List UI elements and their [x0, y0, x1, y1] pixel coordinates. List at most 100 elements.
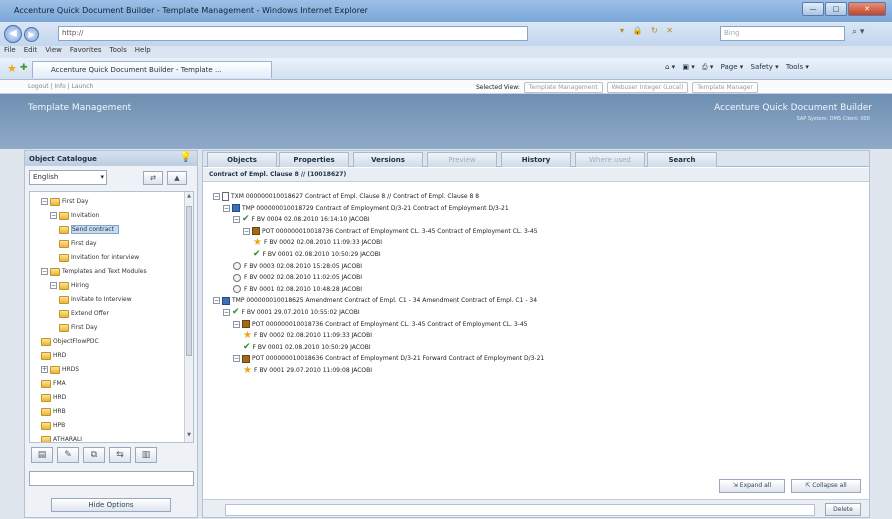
- minimize-button[interactable]: —: [802, 2, 824, 16]
- scroll-down-icon[interactable]: ▼: [185, 432, 193, 441]
- collapse-all-button[interactable]: ⇱ Collapse all: [791, 479, 861, 493]
- home-icon[interactable]: ⌂ ▾: [665, 63, 675, 71]
- page-menu[interactable]: Page ▾: [721, 63, 744, 71]
- menu-item-file[interactable]: File: [4, 46, 16, 54]
- header-links[interactable]: Logout | Info | Launch: [28, 83, 93, 90]
- tree-row[interactable]: ✔ F BV 0001 02.08.2010 10:50:29 JACOBI: [243, 342, 371, 353]
- tools-menu[interactable]: Tools ▾: [786, 63, 809, 71]
- tree-row[interactable]: − POT 000000010018736 Contract of Employm…: [233, 319, 528, 330]
- tab-history[interactable]: History: [501, 152, 571, 167]
- print-icon[interactable]: ⎙ ▾: [702, 63, 713, 71]
- user-dropdown[interactable]: Webuser Integer (Local): [606, 82, 689, 93]
- collapse-icon[interactable]: −: [213, 193, 220, 200]
- footer-input[interactable]: [225, 504, 815, 516]
- tree-row[interactable]: F BV 0003 02.08.2010 15:28:05 JACOBI: [233, 261, 362, 272]
- up-button[interactable]: ▲: [167, 171, 187, 185]
- tree-item[interactable]: − Hiring: [50, 280, 89, 291]
- menu-item-favorites[interactable]: Favorites: [70, 46, 102, 54]
- tree-row[interactable]: ★ F BV 0002 02.08.2010 11:09:33 JACOBI: [253, 237, 382, 248]
- safety-menu[interactable]: Safety ▾: [751, 63, 779, 71]
- tree-row[interactable]: ★ F BV 0002 02.08.2010 11:09:33 JACOBI: [243, 330, 372, 341]
- add-favorite-icon[interactable]: ✚: [20, 63, 28, 73]
- tree-item[interactable]: + HRDS: [41, 364, 79, 375]
- forward-icon[interactable]: ▶: [24, 27, 39, 42]
- tree-item[interactable]: − Invitation: [50, 210, 99, 221]
- tree-item[interactable]: − Templates and Text Modules: [41, 266, 147, 277]
- menu-item-help[interactable]: Help: [135, 46, 151, 54]
- collapse-icon[interactable]: −: [233, 355, 240, 363]
- tree-item[interactable]: Invitation for interview: [59, 252, 139, 263]
- collapse-icon[interactable]: −: [50, 212, 57, 219]
- scroll-up-icon[interactable]: ▲: [185, 193, 193, 202]
- tree-row[interactable]: − TXM 000000010018627 Contract of Empl. C…: [213, 191, 479, 202]
- scroll-thumb[interactable]: [186, 206, 192, 356]
- search-input[interactable]: Bing: [720, 26, 845, 41]
- delete-icon[interactable]: ▥: [135, 447, 157, 463]
- back-icon[interactable]: ◀: [4, 25, 22, 43]
- copy-icon[interactable]: ⧉: [83, 447, 105, 463]
- tree-item[interactable]: HRD: [41, 350, 66, 361]
- tree-item[interactable]: Send contract: [59, 224, 119, 235]
- tree-row[interactable]: F BV 0001 02.08.2010 10:48:28 JACOBI: [233, 284, 362, 295]
- close-button[interactable]: ✕: [848, 2, 886, 16]
- tree-row[interactable]: − POT 000000010018736 Contract of Employm…: [243, 226, 538, 237]
- favorites-star-icon[interactable]: ★: [7, 62, 17, 75]
- feeds-icon[interactable]: ▣ ▾: [682, 63, 694, 71]
- edit-icon[interactable]: ✎: [57, 447, 79, 463]
- collapse-icon[interactable]: −: [233, 216, 240, 224]
- tree-row[interactable]: − ✔ F BV 0004 02.08.2010 16:14:10 JACOBI: [233, 214, 370, 225]
- refresh-button[interactable]: ⇄: [143, 171, 163, 185]
- tree-row[interactable]: − TMP 000000010018625 Amendment Contract …: [213, 295, 537, 306]
- tree-item[interactable]: HRD: [41, 392, 66, 403]
- tree-item[interactable]: First day: [59, 238, 97, 249]
- collapse-icon[interactable]: −: [233, 320, 240, 328]
- tree-item[interactable]: HPB: [41, 420, 65, 431]
- expand-all-button[interactable]: ⇲ Expand all: [719, 479, 785, 493]
- object-catalogue-panel: Object Catalogue 💡 English ▾ ⇄ ▲ − First …: [24, 150, 198, 518]
- catalogue-search-field[interactable]: [29, 471, 194, 486]
- collapse-icon[interactable]: −: [243, 227, 250, 235]
- search-icon[interactable]: ⌕ ▾: [852, 27, 864, 37]
- new-folder-icon[interactable]: ▤: [31, 447, 53, 463]
- tab-properties[interactable]: Properties: [279, 152, 349, 167]
- tab-versions[interactable]: Versions: [353, 152, 423, 167]
- tree-scrollbar[interactable]: ▲ ▼: [184, 192, 193, 442]
- hide-options-button[interactable]: Hide Options: [51, 498, 171, 512]
- collapse-icon[interactable]: −: [223, 204, 230, 212]
- collapse-icon[interactable]: −: [41, 198, 48, 205]
- tree-item[interactable]: FMA: [41, 378, 66, 389]
- tree-row[interactable]: − ✔ F BV 0001 29.07.2010 10:55:02 JACOBI: [223, 307, 360, 318]
- lightbulb-icon[interactable]: 💡: [180, 152, 192, 163]
- selected-view-dropdown[interactable]: Template Management: [523, 82, 603, 93]
- menu-item-view[interactable]: View: [45, 46, 62, 54]
- menu-item-edit[interactable]: Edit: [24, 46, 38, 54]
- tree-row[interactable]: − TMP 000000010018729 Contract of Employm…: [223, 203, 509, 214]
- address-tools[interactable]: ▾ 🔒 ↻ ✕: [620, 26, 676, 35]
- tree-row[interactable]: ★ F BV 0001 29.07.2010 11:09:08 JACOBI: [243, 365, 372, 376]
- url-field[interactable]: http://: [58, 26, 528, 41]
- transport-icon[interactable]: ⇆: [109, 447, 131, 463]
- tree-row[interactable]: − POT 000000010018636 Contract of Employm…: [233, 353, 544, 364]
- tree-row[interactable]: ✔ F BV 0001 02.08.2010 10:50:29 JACOBI: [253, 249, 381, 260]
- collapse-icon[interactable]: −: [50, 282, 57, 289]
- maximize-button[interactable]: □: [825, 2, 847, 16]
- collapse-icon[interactable]: −: [213, 297, 220, 305]
- collapse-icon[interactable]: −: [223, 309, 230, 316]
- tab-objects[interactable]: Objects: [207, 152, 277, 167]
- tree-item[interactable]: Invitate to Interview: [59, 294, 132, 305]
- language-select[interactable]: English ▾: [29, 170, 107, 185]
- tree-item[interactable]: ObjectFlowPDC: [41, 336, 99, 347]
- delete-button[interactable]: Delete: [825, 503, 861, 516]
- tree-item[interactable]: ATHARALI: [41, 434, 82, 442]
- expand-icon[interactable]: +: [41, 366, 48, 373]
- tree-item[interactable]: Extend Offer: [59, 308, 109, 319]
- tree-item[interactable]: First Day: [59, 322, 97, 333]
- browser-tab[interactable]: Accenture Quick Document Builder - Templ…: [32, 61, 272, 78]
- tree-row[interactable]: F BV 0002 02.08.2010 11:02:05 JACOBI: [233, 272, 362, 283]
- tree-item[interactable]: − First Day: [41, 196, 88, 207]
- collapse-icon[interactable]: −: [41, 268, 48, 275]
- menu-item-tools[interactable]: Tools: [110, 46, 127, 54]
- tab-search[interactable]: Search: [647, 152, 717, 167]
- role-dropdown[interactable]: Template Manager: [692, 82, 758, 93]
- tree-item[interactable]: HRB: [41, 406, 66, 417]
